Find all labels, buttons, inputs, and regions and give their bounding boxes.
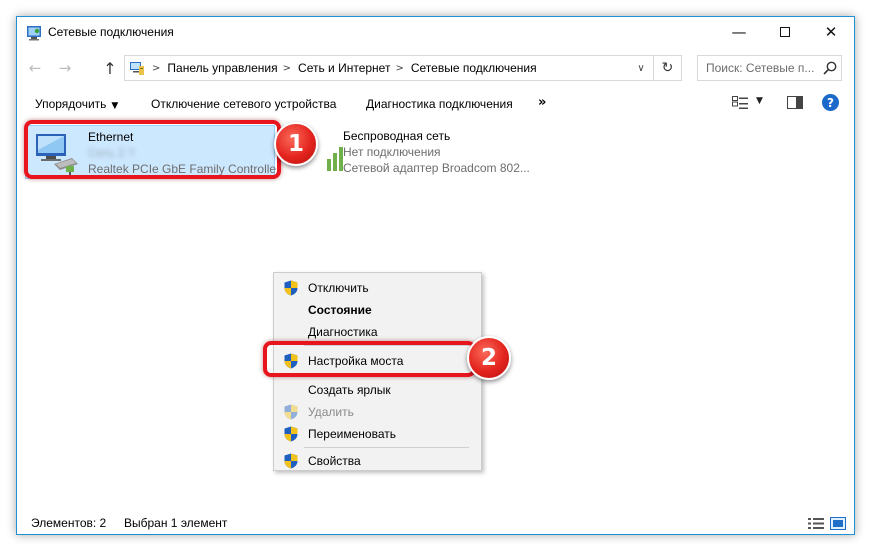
uac-shield-icon [284, 453, 298, 469]
menu-item-label: Состояние [308, 303, 372, 317]
item-count: Элементов: 2 [31, 516, 107, 530]
breadcrumb-separator-icon[interactable]: > [395, 63, 403, 74]
menu-item-rename[interactable]: Переименовать [276, 423, 479, 444]
menu-item-label: Переименовать [308, 427, 396, 441]
menu-separator [304, 447, 469, 448]
menu-item-properties[interactable]: Свойства [276, 450, 479, 471]
navigation-bar: ← → ↑ > Панель управления > Сеть и Интер… [17, 52, 854, 84]
menu-item-delete[interactable]: Удалить [276, 401, 479, 422]
diagnose-connection-button[interactable]: Диагностика подключения [366, 97, 513, 111]
menu-item-label: Отключить [308, 281, 369, 295]
annotation-highlight-ethernet [24, 120, 281, 179]
connection-name: Беспроводная сеть [343, 129, 451, 143]
organize-label: Упорядочить [35, 97, 107, 111]
forward-button[interactable]: → [54, 58, 76, 78]
tiles-view-icon[interactable] [830, 517, 846, 530]
close-button[interactable]: ✕ [808, 17, 854, 47]
change-view-icon[interactable] [732, 96, 748, 110]
details-view-icon[interactable] [808, 517, 824, 530]
address-history-dropdown[interactable]: ∨ [633, 60, 649, 76]
refresh-button[interactable]: ↻ [654, 55, 682, 81]
menu-item-disable[interactable]: Отключить [276, 277, 479, 298]
up-button[interactable]: ↑ [99, 58, 121, 78]
back-button[interactable]: ← [24, 58, 46, 78]
uac-shield-icon [284, 426, 298, 442]
disable-device-button[interactable]: Отключение сетевого устройства [151, 97, 336, 111]
search-icon[interactable] [822, 60, 838, 76]
preview-pane-icon[interactable] [787, 96, 803, 109]
breadcrumb-separator-icon[interactable]: > [152, 63, 160, 74]
breadcrumb-separator-icon[interactable]: > [283, 63, 291, 74]
breadcrumb-network-internet[interactable]: Сеть и Интернет [298, 61, 390, 75]
window-title: Сетевые подключения [48, 25, 174, 39]
maximize-button[interactable] [762, 17, 808, 47]
uac-shield-icon [284, 404, 298, 420]
chevron-down-icon: ▼ [111, 101, 119, 111]
network-connections-app-icon [27, 26, 41, 41]
minimize-button[interactable]: — [716, 17, 762, 47]
breadcrumb-network-connections[interactable]: Сетевые подключения [411, 61, 537, 75]
step-badge-1: 1 [274, 122, 318, 166]
menu-item-diagnostics[interactable]: Диагностика [276, 321, 479, 342]
command-bar: Упорядочить ▼ Отключение сетевого устройс… [17, 88, 854, 118]
title-bar[interactable]: Сетевые подключения — ✕ [17, 17, 854, 48]
status-bar: Элементов: 2 Выбран 1 элемент [17, 513, 854, 535]
menu-item-label: Свойства [308, 454, 361, 468]
menu-item-label: Создать ярлык [308, 383, 391, 397]
connection-status: Нет подключения [343, 145, 441, 159]
breadcrumb-control-panel[interactable]: Панель управления [167, 61, 277, 75]
more-commands-button[interactable]: » [538, 95, 546, 110]
search-input[interactable] [698, 56, 820, 80]
uac-shield-icon [284, 280, 298, 296]
menu-item-label: Диагностика [308, 325, 378, 339]
step-badge-2: 2 [467, 336, 511, 380]
breadcrumb: > Панель управления > Сеть и Интернет > … [147, 61, 537, 75]
search-box [697, 55, 842, 81]
menu-item-create-shortcut[interactable]: Создать ярлык [276, 379, 479, 400]
selection-count: Выбран 1 элемент [124, 516, 228, 530]
menu-item-status[interactable]: Состояние [276, 299, 479, 320]
help-icon[interactable]: ? [822, 94, 839, 111]
maximize-icon [780, 27, 790, 37]
view-options-dropdown[interactable]: ▼ [756, 96, 763, 106]
address-bar[interactable]: > Панель управления > Сеть и Интернет > … [124, 55, 654, 81]
network-connections-window: Сетевые подключения — ✕ ← → ↑ > Панель у… [16, 16, 855, 535]
menu-item-label: Удалить [308, 405, 354, 419]
annotation-highlight-properties [263, 341, 476, 377]
organize-menu-button[interactable]: Упорядочить ▼ [35, 97, 118, 111]
connection-device: Сетевой адаптер Broadcom 802... [343, 161, 530, 175]
control-panel-icon [130, 62, 144, 75]
